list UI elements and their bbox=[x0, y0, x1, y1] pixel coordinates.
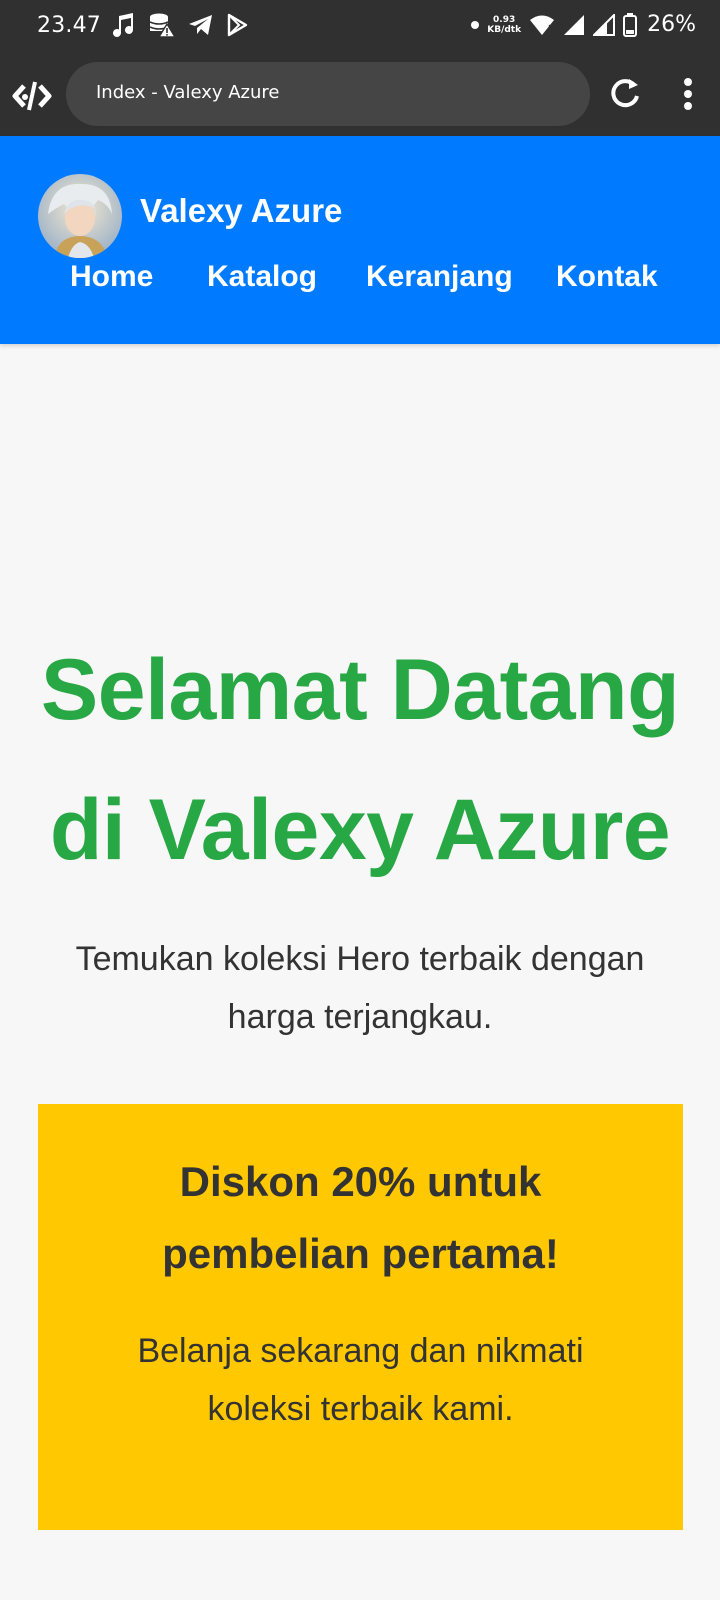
promo-text-line2: koleksi terbaik kami. bbox=[207, 1390, 514, 1428]
promo-title-line2: pembelian pertama! bbox=[162, 1230, 559, 1277]
hero-title-line2: di Valexy Azure bbox=[49, 782, 671, 878]
site-title[interactable]: Valexy Azure bbox=[140, 192, 342, 230]
promo-text: Belanja sekarang dan nikmati koleksi ter… bbox=[68, 1322, 653, 1438]
avatar-image bbox=[38, 174, 122, 258]
signal-weak-icon bbox=[593, 13, 616, 36]
address-bar-text[interactable]: Index - Valexy Azure bbox=[96, 82, 279, 103]
promo-text-line1: Belanja sekarang dan nikmati bbox=[137, 1332, 584, 1370]
network-speed-unit: KB/dtk bbox=[487, 24, 522, 35]
hero-subtitle: Temukan koleksi Hero terbaik dengan harg… bbox=[40, 930, 680, 1046]
play-store-icon bbox=[227, 13, 248, 37]
site-header: Valexy Azure Home Katalog Keranjang Kont… bbox=[0, 136, 720, 344]
status-left-icons bbox=[112, 12, 248, 38]
reload-icon[interactable] bbox=[605, 74, 645, 114]
music-note-icon bbox=[113, 13, 133, 37]
promo-title: Diskon 20% untuk pembelian pertama! bbox=[68, 1146, 653, 1290]
address-bar[interactable]: Index - Valexy Azure bbox=[66, 62, 590, 126]
hero-title: Selamat Datang di Valexy Azure bbox=[0, 620, 720, 900]
signal-icon bbox=[564, 14, 585, 35]
nav-kontak[interactable]: Kontak bbox=[556, 260, 658, 294]
network-speed: 0.93 KB/dtk bbox=[487, 15, 521, 35]
status-right-icons: 0.93 KB/dtk 26% bbox=[471, 12, 696, 37]
notification-dot-icon bbox=[471, 20, 480, 29]
status-bar: 23.47 0.93 KB/dtk 26% bbox=[0, 0, 720, 54]
promo-banner: Diskon 20% untuk pembelian pertama! Bela… bbox=[38, 1104, 683, 1530]
nav-katalog[interactable]: Katalog bbox=[207, 260, 317, 294]
hero-subtitle-line2: harga terjangkau. bbox=[227, 998, 493, 1036]
battery-icon bbox=[623, 12, 638, 37]
browser-toolbar: Index - Valexy Azure bbox=[0, 54, 720, 136]
avatar bbox=[38, 174, 122, 258]
database-warning-icon bbox=[149, 13, 176, 38]
status-time: 23.47 bbox=[37, 13, 101, 38]
promo-title-line1: Diskon 20% untuk bbox=[179, 1158, 542, 1205]
overflow-menu-icon[interactable] bbox=[670, 74, 706, 114]
network-speed-value: 0.93 bbox=[493, 14, 516, 25]
telegram-icon bbox=[189, 15, 212, 35]
main-nav: Home Katalog Keranjang Kontak bbox=[0, 260, 720, 310]
wifi-icon bbox=[530, 15, 555, 35]
hero-subtitle-line1: Temukan koleksi Hero terbaik dengan bbox=[75, 940, 645, 978]
nav-home[interactable]: Home bbox=[70, 260, 153, 294]
battery-percent: 26% bbox=[647, 12, 696, 37]
browser-logo-icon[interactable] bbox=[12, 76, 52, 116]
hero-title-line1: Selamat Datang bbox=[40, 642, 680, 738]
nav-keranjang[interactable]: Keranjang bbox=[366, 260, 513, 294]
